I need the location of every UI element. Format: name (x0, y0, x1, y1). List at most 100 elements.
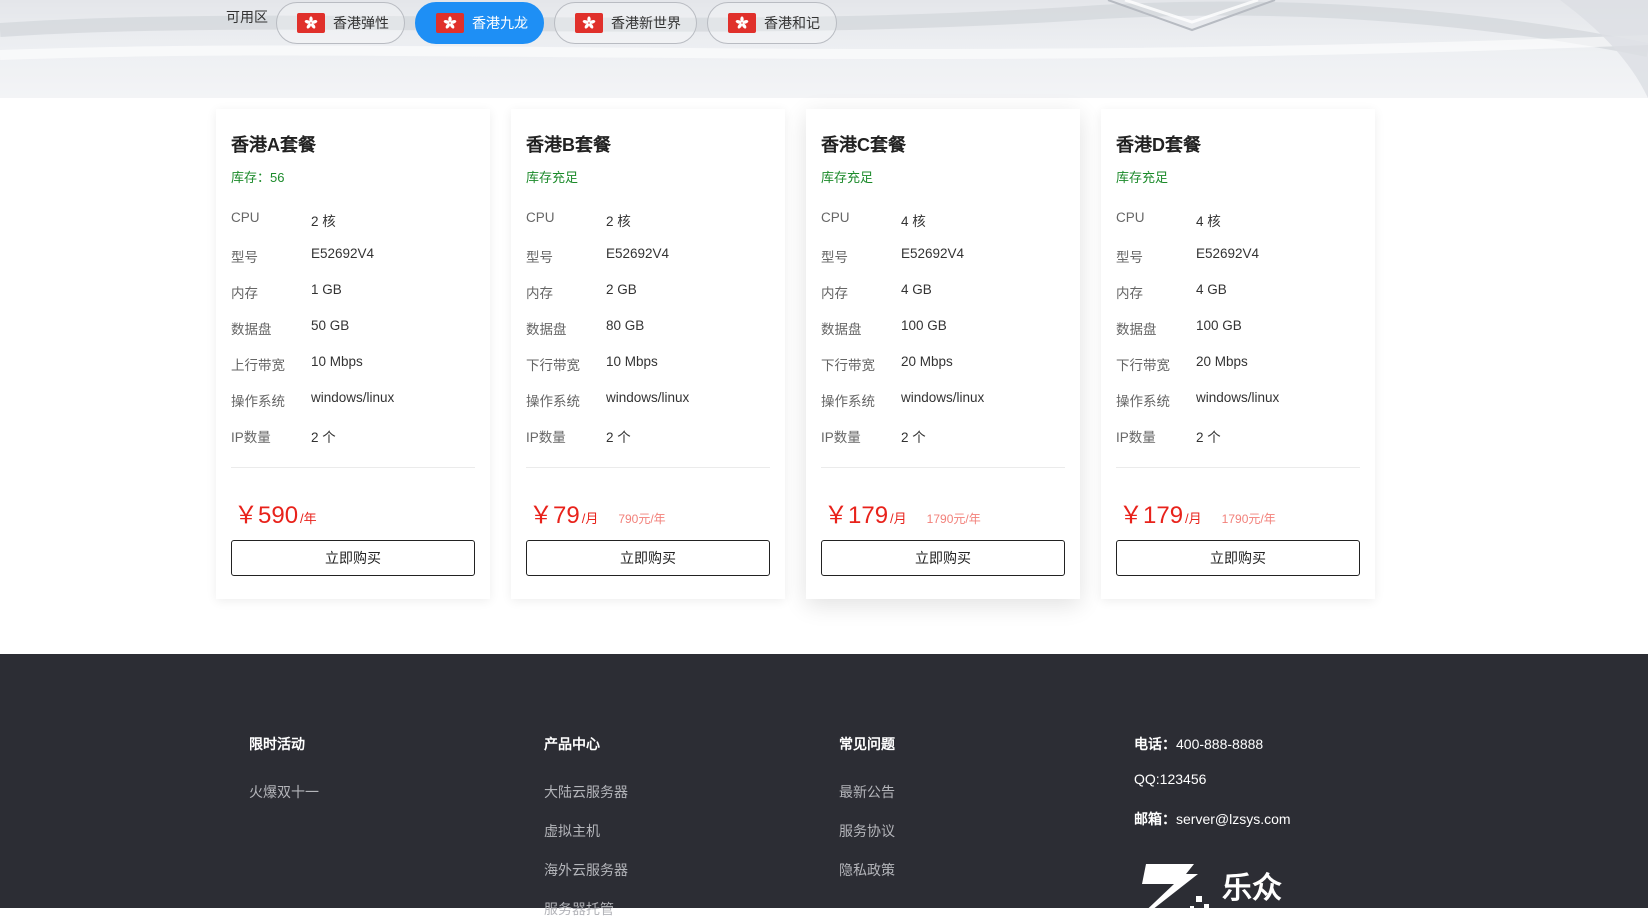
price-unit: /年 (300, 511, 317, 526)
spec-row-ip: IP数量 2 个 (231, 426, 481, 446)
buy-now-button[interactable]: 立即购买 (526, 540, 770, 576)
spec-label: IP数量 (231, 430, 271, 445)
spec-label: 数据盘 (231, 322, 272, 337)
footer-link[interactable]: 服务器托管 (544, 899, 614, 919)
spec-row-bandwidth: 下行带宽 20 Mbps (821, 354, 1071, 374)
hk-flag-icon (297, 13, 325, 33)
spec-value: 10 Mbps (311, 354, 363, 369)
spec-label: 上行带宽 (231, 358, 285, 373)
card-divider (1116, 467, 1360, 468)
spec-value: E52692V4 (606, 246, 670, 261)
stock-status: 库存充足 (1116, 170, 1169, 185)
spec-row-disk: 数据盘 100 GB (1116, 318, 1366, 338)
lezhong-logo: 乐众 LEZHONG (1136, 864, 1284, 920)
spec-value: 4 核 (901, 214, 926, 229)
spec-value: 20 Mbps (1196, 354, 1248, 369)
plan-price: ￥590/年 (234, 495, 337, 530)
spec-row-disk: 数据盘 50 GB (231, 318, 481, 338)
spec-value: windows/linux (1196, 390, 1280, 405)
spec-value: 2 GB (606, 282, 637, 297)
region-tab-new-world[interactable]: 香港新世界 (554, 2, 697, 44)
spec-label: 数据盘 (821, 322, 862, 337)
spec-label: 下行带宽 (1116, 358, 1170, 373)
plan-price: ￥179/月 1790元/年 (824, 495, 981, 530)
spec-row-bandwidth: 下行带宽 20 Mbps (1116, 354, 1366, 374)
spec-value: 10 Mbps (606, 354, 658, 369)
plan-price: ￥179/月 1790元/年 (1119, 495, 1276, 530)
spec-row-disk: 数据盘 100 GB (821, 318, 1071, 338)
spec-row-memory: 内存 1 GB (231, 282, 481, 302)
email-address: server@lzsys.com (1176, 811, 1291, 827)
footer-link[interactable]: 隐私政策 (839, 860, 895, 880)
site-footer: 限时活动 火爆双十一 产品中心 大陆云服务器 虚拟主机 海外云服务器 服务器托管… (0, 654, 1648, 920)
stock-status: 库存充足 (526, 170, 579, 185)
hk-flag-icon (436, 13, 464, 33)
price-amount: ￥179 (1119, 502, 1184, 529)
spec-value: 100 GB (901, 318, 947, 333)
spec-label: 下行带宽 (821, 358, 875, 373)
spec-label: IP数量 (821, 430, 861, 445)
spec-value: 2 个 (901, 430, 926, 445)
spec-value: 1 GB (311, 282, 342, 297)
price-unit: /月 (581, 511, 599, 526)
spec-value: 2 核 (311, 214, 336, 229)
plan-card-b: 香港B套餐 库存充足 CPU 2 核 型号 E52692V4 内存 2 GB 数据盘 8… (511, 109, 785, 599)
spec-value: E52692V4 (311, 246, 375, 261)
region-tab-hutchison[interactable]: 香港和记 (707, 2, 837, 44)
price-unit: /月 (1185, 511, 1202, 526)
plan-title: 香港B套餐 (526, 135, 611, 155)
spec-row-os: 操作系统 windows/linux (231, 390, 481, 410)
spec-label: CPU (1116, 210, 1145, 225)
price-yearly: 1790元/年 (1221, 512, 1276, 526)
hero-banner: 可用区 香港弹性 香港九龙 香港新世界 香港和记 (0, 0, 1648, 98)
spec-label: IP数量 (1116, 430, 1156, 445)
region-tab-label: 香港弹性 (333, 15, 389, 31)
spec-row-bandwidth: 下行带宽 10 Mbps (526, 354, 776, 374)
footer-link[interactable]: 最新公告 (839, 782, 895, 802)
spec-label: 操作系统 (231, 394, 285, 409)
buy-now-button[interactable]: 立即购买 (231, 540, 475, 576)
spec-row-os: 操作系统 windows/linux (526, 390, 776, 410)
price-amount: ￥79 (529, 502, 580, 529)
stock-status: 库存充足 (821, 170, 874, 185)
zone-label: 可用区 (226, 9, 268, 25)
plan-price: ￥79/月 790元/年 (529, 495, 666, 530)
contact-phone: 电话：400-888-8888 (1134, 734, 1263, 754)
contact-qq: QQ:123456 (1134, 771, 1207, 787)
spec-label: 数据盘 (526, 322, 567, 337)
footer-heading: 限时活动 (249, 736, 305, 752)
spec-value: 100 GB (1196, 318, 1242, 333)
footer-heading: 常见问题 (839, 736, 895, 752)
footer-link[interactable]: 虚拟主机 (544, 821, 600, 841)
spec-row-bandwidth: 上行带宽 10 Mbps (231, 354, 481, 374)
logo-text-cn: 乐众 (1222, 871, 1282, 906)
footer-link[interactable]: 大陆云服务器 (544, 782, 628, 802)
spec-value: 2 核 (606, 214, 631, 229)
price-unit: /月 (890, 511, 907, 526)
spec-label: 型号 (1116, 250, 1143, 265)
spec-row-ip: IP数量 2 个 (1116, 426, 1366, 446)
spec-row-model: 型号 E52692V4 (1116, 246, 1366, 266)
footer-link[interactable]: 服务协议 (839, 821, 895, 841)
spec-value: 4 GB (901, 282, 932, 297)
plan-card-a: 香港A套餐 库存：56 CPU 2 核 型号 E52692V4 内存 1 GB 数据盘… (216, 109, 490, 599)
plan-title: 香港C套餐 (821, 135, 906, 155)
spec-value: windows/linux (901, 390, 985, 405)
region-tab-kowloon[interactable]: 香港九龙 (415, 2, 544, 44)
hk-flag-icon (728, 13, 756, 33)
spec-label: 操作系统 (821, 394, 875, 409)
spec-value: 2 个 (311, 430, 336, 445)
spec-row-model: 型号 E52692V4 (821, 246, 1071, 266)
footer-link[interactable]: 海外云服务器 (544, 860, 628, 880)
spec-row-memory: 内存 2 GB (526, 282, 776, 302)
spec-row-os: 操作系统 windows/linux (1116, 390, 1366, 410)
region-tab-elastic[interactable]: 香港弹性 (276, 2, 405, 44)
spec-value: 50 GB (311, 318, 350, 333)
spec-value: 4 GB (1196, 282, 1227, 297)
spec-label: IP数量 (526, 430, 566, 445)
price-yearly: 790元/年 (618, 512, 666, 526)
buy-now-button[interactable]: 立即购买 (1116, 540, 1360, 576)
spec-label: 内存 (1116, 286, 1143, 301)
buy-now-button[interactable]: 立即购买 (821, 540, 1065, 576)
footer-link[interactable]: 火爆双十一 (249, 782, 319, 802)
